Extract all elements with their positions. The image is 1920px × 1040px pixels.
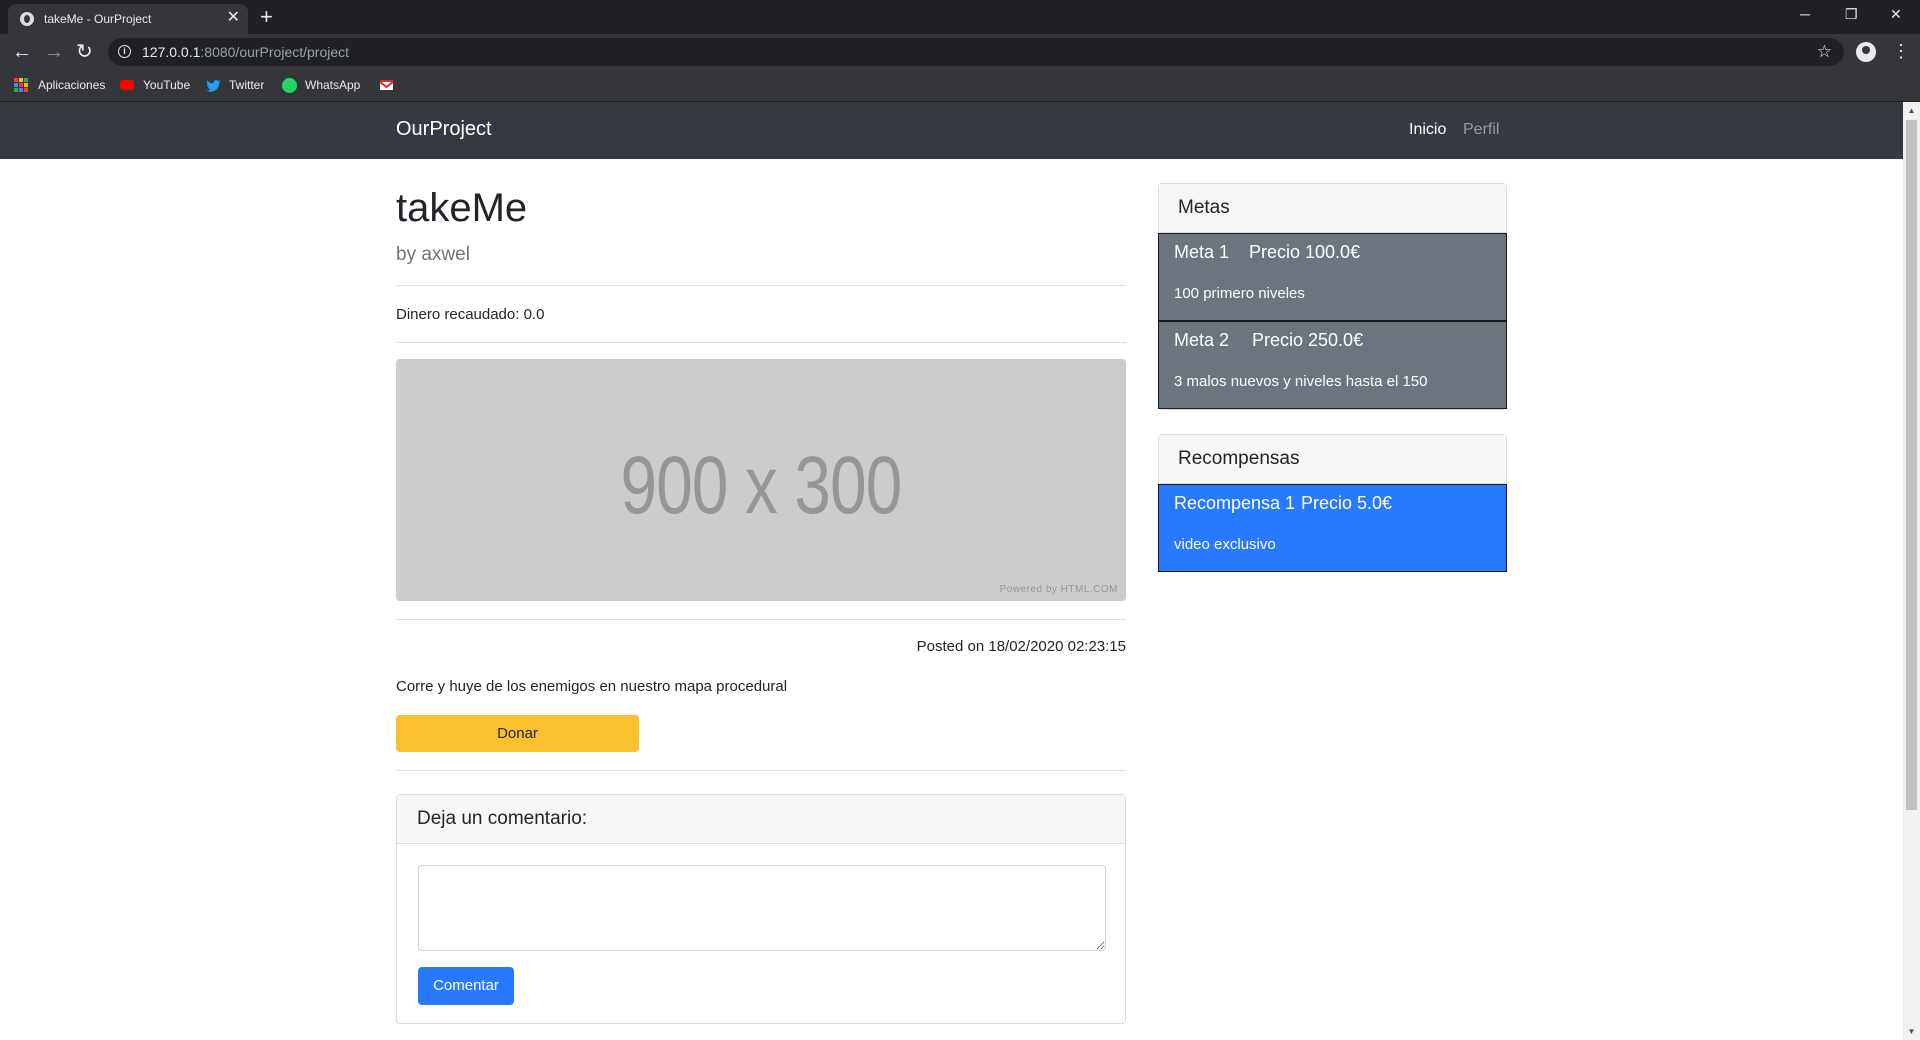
bookmark-youtube[interactable]: YouTube	[143, 78, 190, 92]
gmail-icon[interactable]	[380, 80, 393, 90]
navbar-brand[interactable]: OurProject	[396, 118, 492, 141]
page-scrollbar[interactable]: ▲ ▼	[1903, 102, 1920, 1040]
back-icon[interactable]: ←	[12, 41, 32, 63]
address-bar[interactable]: i 127.0.0.1:8080/ourProject/project ☆	[108, 38, 1844, 66]
money-raised: Dinero recaudado: 0.0	[396, 306, 545, 323]
comment-card: Deja un comentario: Comentar	[396, 794, 1126, 1024]
nav-link-inicio[interactable]: Inicio	[1409, 121, 1446, 139]
metas-card: Metas Meta 1 Precio 100.0€ 100 primero n…	[1158, 183, 1507, 410]
recompensa-price: Precio 5.0€	[1301, 493, 1393, 513]
reload-icon[interactable]: ↻	[76, 41, 93, 63]
meta-name: Meta 2	[1174, 330, 1230, 350]
browser-tab-bar: takeMe - OurProject ✕ + ─ ❐ ✕	[0, 0, 1920, 34]
bookmark-twitter[interactable]: Twitter	[229, 78, 264, 92]
recompensa-description: video exclusivo	[1174, 536, 1276, 553]
image-placeholder-text: 900 x 300	[620, 440, 903, 531]
meta-description: 100 primero niveles	[1174, 285, 1305, 302]
scroll-up-icon[interactable]: ▲	[1903, 102, 1920, 119]
bookmarks-bar: Aplicaciones YouTube Twitter WhatsApp	[0, 70, 1920, 102]
close-icon[interactable]: ✕	[1890, 6, 1902, 23]
youtube-icon	[120, 80, 134, 90]
divider	[396, 770, 1126, 771]
scroll-down-icon[interactable]: ▼	[1903, 1023, 1920, 1040]
forward-icon[interactable]: →	[44, 41, 64, 63]
kebab-icon[interactable]: ⋮	[1892, 41, 1910, 61]
plus-icon[interactable]: +	[260, 5, 273, 29]
metas-header: Metas	[1159, 184, 1506, 233]
meta-name: Meta 1	[1174, 242, 1230, 262]
divider	[396, 285, 1126, 286]
comment-card-header: Deja un comentario:	[397, 795, 1125, 844]
metas-title: Metas	[1178, 197, 1230, 218]
site-navbar: OurProject Inicio Perfil	[0, 102, 1903, 159]
meta-description: 3 malos nuevos y niveles hasta el 150	[1174, 373, 1428, 390]
profile-icon[interactable]	[1856, 42, 1876, 62]
browser-toolbar: ← → ↻ i 127.0.0.1:8080/ourProject/projec…	[0, 34, 1920, 70]
project-description: Corre y huye de los enemigos en nuestro …	[396, 678, 788, 695]
tab-title: takeMe - OurProject	[44, 12, 152, 26]
recompensas-title: Recompensas	[1178, 448, 1300, 469]
meta-price: Precio 100.0€	[1249, 242, 1361, 262]
image-credit: Powered by HTML.COM	[999, 584, 1118, 595]
close-icon[interactable]: ✕	[227, 9, 240, 27]
browser-tab[interactable]: takeMe - OurProject ✕	[8, 4, 248, 34]
apps-icon[interactable]	[14, 78, 28, 92]
project-image: 900 x 300 Powered by HTML.COM	[396, 359, 1126, 601]
recompensa-item: Recompensa 1 Precio 5.0€ video exclusivo	[1158, 484, 1507, 572]
minimize-icon[interactable]: ─	[1800, 6, 1810, 22]
donate-button[interactable]: Donar	[396, 715, 639, 752]
info-icon[interactable]: i	[118, 45, 131, 58]
project-title: takeMe	[396, 186, 528, 230]
recompensas-header: Recompensas	[1159, 435, 1506, 484]
divider	[396, 619, 1126, 620]
recompensa-name: Recompensa 1	[1174, 493, 1296, 513]
meta-price: Precio 250.0€	[1252, 330, 1364, 350]
comment-header-title: Deja un comentario:	[417, 808, 588, 829]
comment-textarea[interactable]	[418, 865, 1106, 951]
globe-icon	[20, 12, 34, 26]
posted-date: Posted on 18/02/2020 02:23:15	[916, 638, 1126, 655]
star-icon[interactable]: ☆	[1817, 42, 1832, 62]
restore-icon[interactable]: ❐	[1845, 6, 1858, 23]
meta-item: Meta 1 Precio 100.0€ 100 primero niveles	[1158, 233, 1507, 321]
divider	[396, 342, 1126, 343]
recompensas-card: Recompensas Recompensa 1 Precio 5.0€ vid…	[1158, 434, 1507, 572]
url-text[interactable]: 127.0.0.1:8080/ourProject/project	[142, 44, 349, 60]
whatsapp-icon	[282, 78, 297, 93]
project-author: by axwel	[396, 244, 470, 265]
nav-link-perfil[interactable]: Perfil	[1463, 121, 1499, 139]
bookmark-aplicaciones[interactable]: Aplicaciones	[38, 78, 105, 92]
meta-item: Meta 2 Precio 250.0€ 3 malos nuevos y ni…	[1158, 321, 1507, 409]
twitter-icon	[206, 79, 221, 92]
comment-button[interactable]: Comentar	[418, 967, 514, 1005]
scrollbar-thumb[interactable]	[1906, 120, 1917, 810]
bookmark-whatsapp[interactable]: WhatsApp	[305, 78, 360, 92]
